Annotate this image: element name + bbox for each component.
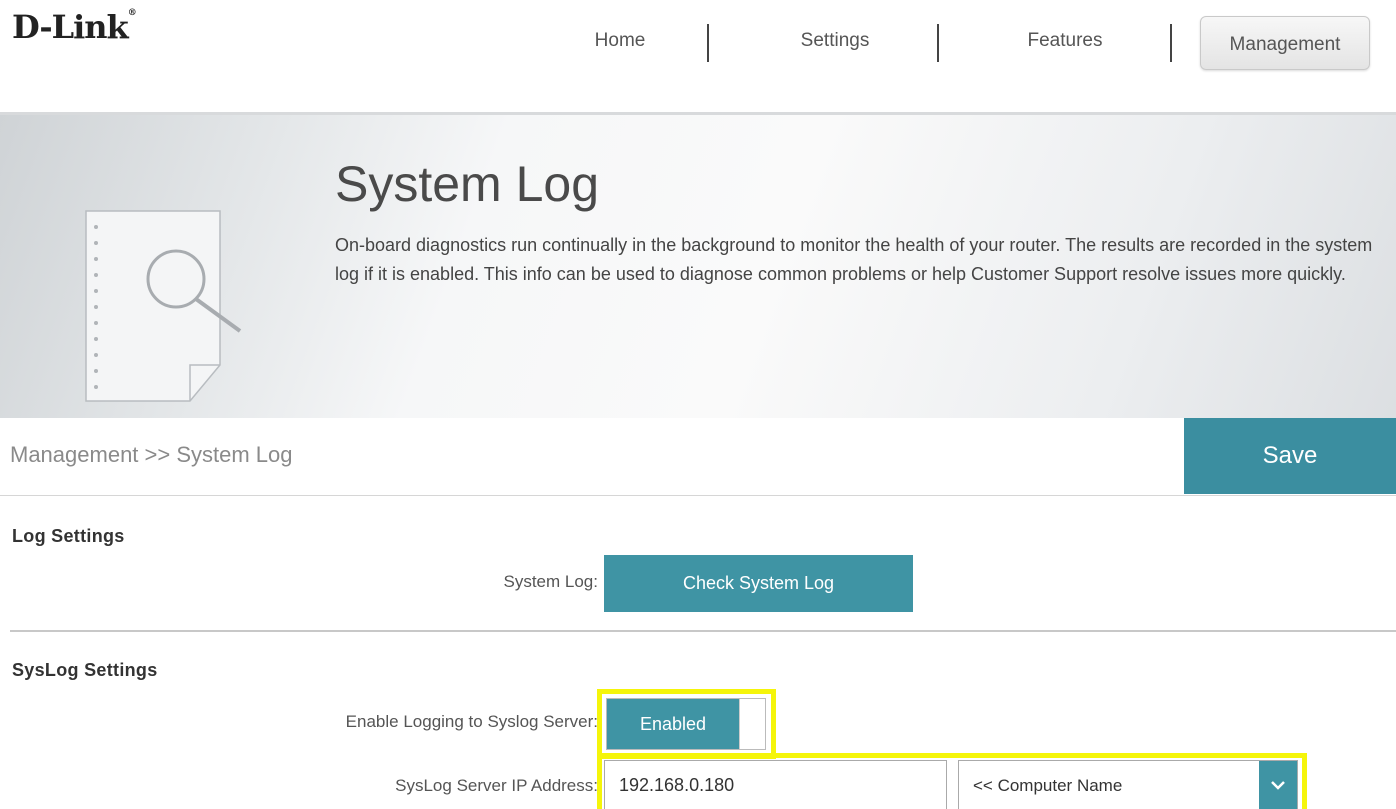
nav-settings[interactable]: Settings	[760, 30, 910, 52]
enable-logging-label: Enable Logging to Syslog Server:	[345, 712, 598, 731]
syslog-ip-input[interactable]	[604, 760, 947, 809]
nav-management[interactable]: Management	[1200, 16, 1370, 70]
chevron-down-icon[interactable]	[1259, 761, 1297, 809]
dlink-logo: D-Link®	[12, 8, 137, 46]
page-description: On-board diagnostics run continually in …	[335, 235, 1373, 284]
section-divider	[10, 630, 1396, 632]
top-header: D-Link® Home Settings Features Managemen…	[0, 0, 1396, 112]
log-settings-title: Log Settings	[12, 526, 125, 546]
toggle-knob	[739, 699, 765, 749]
nav-separator	[937, 24, 939, 62]
nav-management-label: Management	[1229, 34, 1341, 55]
check-system-log-button[interactable]: Check System Log	[604, 555, 913, 612]
system-log-label: System Log:	[503, 572, 599, 591]
nav-features[interactable]: Features	[990, 30, 1140, 52]
syslog-ip-label: SysLog Server IP Address:	[395, 776, 598, 795]
toggle-state-label: Enabled	[607, 699, 739, 749]
nav-separator	[1170, 24, 1172, 62]
document-search-icon	[85, 210, 242, 402]
computer-name-select[interactable]: << Computer Name	[958, 760, 1298, 809]
computer-name-select-value: << Computer Name	[973, 776, 1123, 795]
breadcrumb-bar: Management >> System Log Save	[0, 418, 1396, 496]
breadcrumb: Management >> System Log	[10, 442, 293, 467]
page-banner: System Log On-board diagnostics run cont…	[0, 112, 1396, 418]
enable-logging-toggle[interactable]: Enabled	[606, 698, 766, 750]
nav-home[interactable]: Home	[558, 30, 682, 52]
syslog-settings-title: SysLog Settings	[12, 660, 158, 680]
page-title: System Log	[335, 156, 600, 212]
save-button[interactable]: Save	[1184, 418, 1396, 494]
nav-separator	[707, 24, 709, 62]
